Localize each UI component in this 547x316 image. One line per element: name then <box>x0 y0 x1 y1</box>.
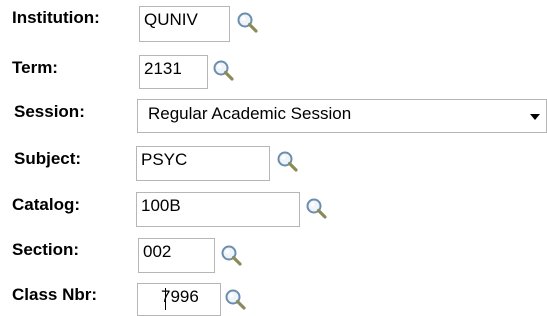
institution-input[interactable]: QUNIV <box>139 6 230 42</box>
term-label: Term: <box>12 58 58 77</box>
text-cursor <box>165 288 166 310</box>
session-select[interactable]: Regular Academic Session <box>137 99 547 133</box>
chevron-down-icon <box>530 114 540 120</box>
institution-label: Institution: <box>12 8 100 27</box>
session-label: Session: <box>14 102 85 121</box>
class-nbr-input[interactable]: 7996 <box>137 283 221 316</box>
section-lookup-icon[interactable] <box>220 244 244 268</box>
term-input[interactable]: 2131 <box>139 55 208 89</box>
term-lookup-icon[interactable] <box>212 59 236 83</box>
subject-lookup-icon[interactable] <box>276 150 300 174</box>
class-nbr-label: Class Nbr: <box>12 285 98 304</box>
section-label: Section: <box>12 240 80 259</box>
institution-lookup-icon[interactable] <box>236 11 260 35</box>
section-input[interactable]: 002 <box>138 238 215 273</box>
session-selected-value: Regular Academic Session <box>148 104 352 123</box>
class-nbr-lookup-icon[interactable] <box>224 288 248 312</box>
catalog-label: Catalog: <box>12 195 80 214</box>
class-nbr-value: 7996 <box>161 287 199 306</box>
subject-label: Subject: <box>14 149 82 168</box>
catalog-input[interactable]: 100B <box>136 192 300 227</box>
catalog-lookup-icon[interactable] <box>305 197 329 221</box>
subject-input[interactable]: PSYC <box>136 146 270 181</box>
